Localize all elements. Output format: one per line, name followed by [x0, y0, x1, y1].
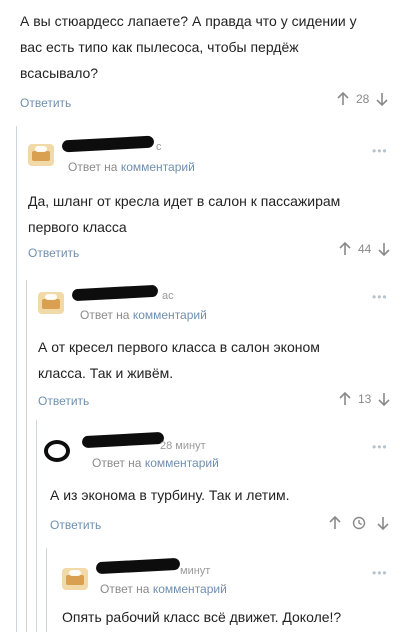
arrow-down-icon[interactable]: [377, 242, 391, 256]
meta-comment-link[interactable]: комментарий: [133, 308, 207, 322]
avatar[interactable]: [44, 440, 70, 462]
thread-line-4: [46, 548, 47, 632]
thread-line-3: [36, 420, 37, 632]
comment-text-line-1: Да, шланг от кресла идет в салон к пасса…: [28, 193, 341, 209]
comment-reply-meta: Ответ на комментарий: [92, 456, 219, 470]
meta-comment-link[interactable]: комментарий: [121, 160, 195, 174]
arrow-up-icon[interactable]: [338, 242, 352, 256]
comment-name-tail: с: [156, 141, 162, 153]
comment-reply-button[interactable]: Ответить: [28, 246, 79, 260]
comment-reply-button[interactable]: Ответить: [50, 518, 101, 532]
post-text: А вы стюардесс лапаете? А правда что у с…: [20, 8, 400, 86]
arrow-down-icon[interactable]: [376, 516, 390, 530]
comment-text: Да, шланг от кресла идет в салон к пасса…: [28, 188, 398, 240]
comment-reply-meta: Ответ на комментарий: [100, 582, 227, 596]
comment-reply-button[interactable]: Ответить: [38, 394, 89, 408]
comment-reply-meta: Ответ на комментарий: [80, 308, 207, 322]
more-options-icon[interactable]: •••: [372, 144, 388, 158]
meta-comment-link[interactable]: комментарий: [153, 582, 227, 596]
comment-name-tail: минут: [180, 565, 211, 577]
post-reply-button[interactable]: Ответить: [20, 96, 71, 110]
comment-votes: 44: [358, 242, 372, 256]
arrow-up-icon[interactable]: [328, 516, 342, 530]
arrow-up-icon[interactable]: [336, 92, 350, 106]
comment-vote-group: 44: [338, 242, 391, 256]
comment-reply-meta: Ответ на комментарий: [68, 160, 195, 174]
meta-comment-link[interactable]: комментарий: [145, 456, 219, 470]
post-text-line-2: вас есть типо как пылесоса, чтобы пердёж: [20, 39, 299, 55]
post-text-line-1: А вы стюардесс лапаете? А правда что у с…: [20, 13, 357, 29]
avatar[interactable]: [38, 292, 64, 314]
arrow-down-icon[interactable]: [377, 392, 391, 406]
more-options-icon[interactable]: •••: [372, 566, 388, 580]
thread-line-2: [26, 280, 27, 632]
comment-text: Опять рабочий класс всё движет. Доколе!?: [62, 604, 402, 630]
avatar[interactable]: [28, 144, 54, 166]
more-options-icon[interactable]: •••: [372, 440, 388, 454]
post-text-line-3: всасывало?: [20, 65, 99, 81]
post-votes: 28: [356, 92, 370, 106]
comment-votes: 13: [358, 392, 372, 406]
more-options-icon[interactable]: •••: [372, 290, 388, 304]
meta-prefix: Ответ на: [68, 160, 118, 174]
comment-action-group: [328, 516, 390, 530]
redacted-username: [61, 135, 155, 153]
redacted-username: [71, 284, 159, 302]
post-vote-group: 28: [336, 92, 389, 106]
comment-text-line-1: Опять рабочий класс всё движет. Доколе!?: [62, 609, 342, 625]
comment-text-line-1: А от кресел первого класса в салон эконо…: [38, 339, 320, 355]
meta-prefix: Ответ на: [92, 456, 142, 470]
redacted-username: [81, 431, 165, 449]
arrow-up-icon[interactable]: [338, 392, 352, 406]
comment-text: А от кресел первого класса в салон эконо…: [38, 334, 398, 386]
arrow-down-icon[interactable]: [375, 92, 389, 106]
comment-text-line-2: класса. Так и живём.: [38, 365, 174, 381]
avatar[interactable]: [62, 568, 88, 590]
comment-text-line-2: первого класса: [28, 219, 127, 235]
comment-vote-group: 13: [338, 392, 391, 406]
meta-prefix: Ответ на: [80, 308, 130, 322]
redacted-username: [95, 557, 181, 575]
comment-text: А из эконома в турбину. Так и летим.: [50, 482, 398, 508]
comment-name-tail: 28 минут: [160, 440, 206, 452]
clock-icon[interactable]: [352, 516, 366, 530]
meta-prefix: Ответ на: [100, 582, 150, 596]
comment-text-line-1: А из эконома в турбину. Так и летим.: [50, 487, 290, 503]
comment-name-tail: ас: [162, 290, 174, 302]
thread-line-1: [16, 126, 17, 632]
